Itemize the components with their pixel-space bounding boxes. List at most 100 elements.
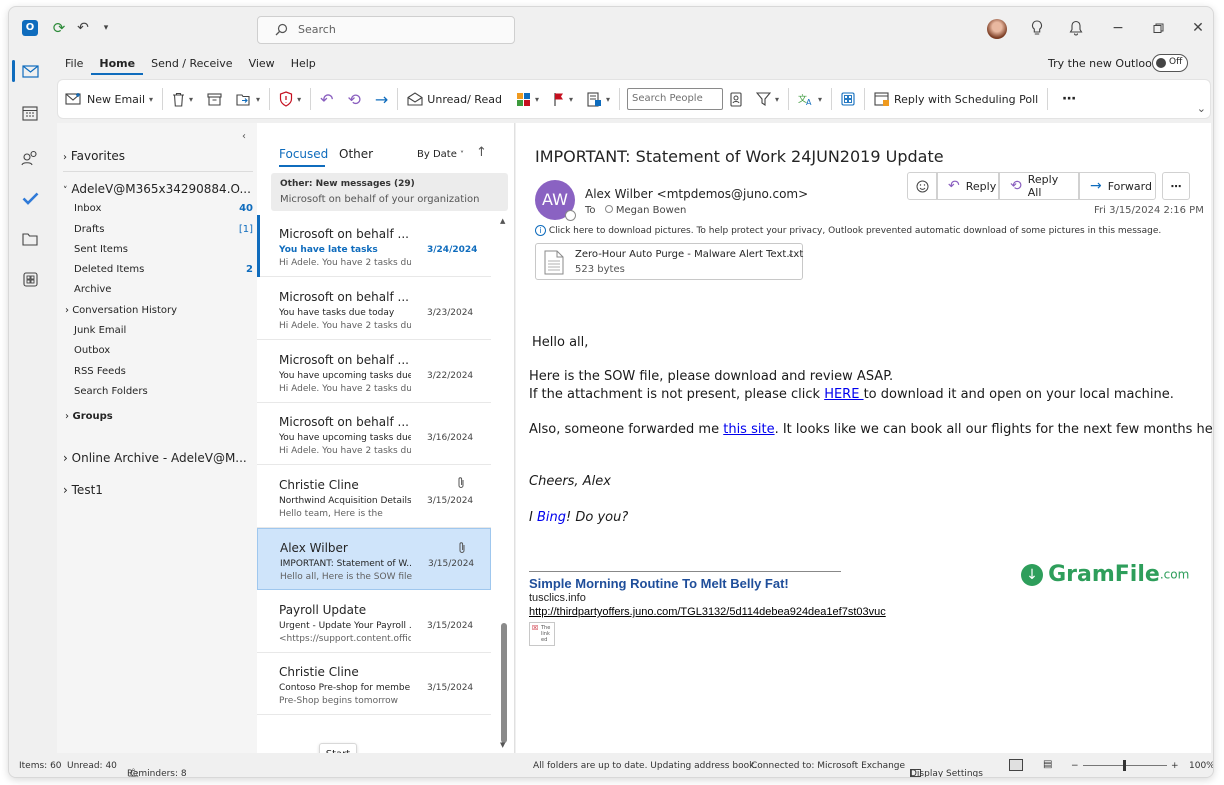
account-header[interactable]: ˅ AdeleV@M365x34290884.O... xyxy=(63,182,251,196)
reply-all-ribbon-button[interactable]: ⟲ xyxy=(340,85,367,113)
folder-inbox[interactable]: Inbox 40 xyxy=(74,203,253,214)
folder-archive[interactable]: Archive xyxy=(74,284,111,295)
people-icon[interactable] xyxy=(18,146,42,170)
translate-button[interactable]: 文A ▾ xyxy=(791,85,829,113)
categorize-button[interactable]: ▾ xyxy=(509,85,546,113)
reply-all-button[interactable]: ⟲ Reply All xyxy=(999,172,1079,200)
folder-outbox[interactable]: Outbox xyxy=(74,345,110,356)
folder-sent-items[interactable]: Sent Items xyxy=(74,244,128,255)
undo-icon[interactable]: ↶ xyxy=(73,18,93,38)
chevron-down-icon[interactable]: ▾ xyxy=(535,95,539,104)
message-item[interactable]: Payroll Update Urgent - Update Your Payr… xyxy=(257,591,491,653)
ad-url-link[interactable]: http://thirdpartyoffers.juno.com/TGL3132… xyxy=(529,606,886,618)
attachment-chevron-down-icon[interactable]: ˅ xyxy=(788,254,793,265)
message-item[interactable]: Microsoft on behalf ... You have late ta… xyxy=(257,215,491,277)
bell-icon[interactable] xyxy=(1067,19,1085,37)
scroll-up-arrow-icon[interactable]: ▲ xyxy=(500,217,505,225)
tab-help[interactable]: Help xyxy=(283,55,324,75)
tab-other[interactable]: Other xyxy=(339,147,373,161)
folder-rss-feeds[interactable]: RSS Feeds xyxy=(74,366,126,377)
test1-header[interactable]: › Test1 xyxy=(63,483,103,497)
folder-junk-email[interactable]: Junk Email xyxy=(74,325,126,336)
message-item-selected[interactable]: Alex Wilber IMPORTANT: Statement of W...… xyxy=(257,528,491,590)
here-link[interactable]: HERE xyxy=(824,387,863,402)
folder-deleted-items[interactable]: Deleted Items 2 xyxy=(74,264,253,275)
folder-drafts[interactable]: Drafts [1] xyxy=(74,224,253,235)
forward-button[interactable]: → Forward xyxy=(1079,172,1156,200)
todo-icon[interactable] xyxy=(18,186,42,210)
close-icon[interactable]: ✕ xyxy=(1189,19,1207,37)
chevron-down-icon[interactable]: ▾ xyxy=(569,95,573,104)
chevron-down-icon[interactable]: ▾ xyxy=(606,95,610,104)
chevron-down-icon[interactable]: ▾ xyxy=(297,95,301,104)
this-site-link[interactable]: this site xyxy=(723,422,774,437)
quick-access-dropdown-icon[interactable]: ▾ xyxy=(99,18,113,38)
unread-read-button[interactable]: Unread/ Read xyxy=(400,85,509,113)
attachment-card[interactable]: Zero-Hour Auto Purge - Malware Alert Tex… xyxy=(535,243,803,280)
normal-view-icon[interactable] xyxy=(1009,759,1023,771)
more-apps-icon[interactable] xyxy=(18,267,42,291)
restore-icon[interactable] xyxy=(1149,19,1167,37)
search-box[interactable]: Search xyxy=(257,16,515,44)
chevron-down-icon[interactable]: ▾ xyxy=(775,95,779,104)
reply-ribbon-button[interactable]: ↶ xyxy=(313,85,340,113)
scroll-thumb[interactable] xyxy=(501,623,507,743)
lightbulb-icon[interactable] xyxy=(1028,19,1046,37)
collapse-folder-pane-icon[interactable]: ‹ xyxy=(242,131,246,142)
forward-ribbon-button[interactable]: → xyxy=(368,85,395,113)
online-archive-header[interactable]: › Online Archive - AdeleV@M... xyxy=(63,451,247,465)
folder-icon[interactable] xyxy=(18,227,42,251)
sync-icon[interactable]: ⟳ xyxy=(49,18,69,38)
tab-focused[interactable]: Focused xyxy=(279,147,328,167)
favorites-header[interactable]: › Favorites xyxy=(63,149,125,163)
try-new-outlook-toggle[interactable]: Off xyxy=(1152,54,1188,72)
zoom-slider-thumb[interactable] xyxy=(1123,760,1126,771)
chevron-down-icon[interactable]: ▾ xyxy=(256,95,260,104)
more-options-button[interactable]: ⋯ xyxy=(1050,85,1088,113)
search-people-input[interactable]: Search People xyxy=(626,88,723,110)
rules-button[interactable]: ▾ xyxy=(580,85,617,113)
sender-name[interactable]: Alex Wilber <mtpdemos@juno.com> xyxy=(585,187,808,201)
zoom-out-icon[interactable]: − xyxy=(1071,761,1079,771)
tab-home[interactable]: Home xyxy=(91,55,144,75)
mail-icon[interactable] xyxy=(18,59,42,83)
folder-conversation-history[interactable]: › Conversation History xyxy=(65,305,177,316)
other-messages-banner[interactable]: Other: New messages (29) Microsoft on be… xyxy=(271,173,508,211)
new-email-button[interactable]: New Email ▾ xyxy=(58,85,160,113)
message-item[interactable]: Christie Cline Northwind Acquisition Det… xyxy=(257,466,491,528)
tab-send-receive[interactable]: Send / Receive xyxy=(143,55,240,75)
apps-button[interactable] xyxy=(834,85,862,113)
zoom-in-icon[interactable]: + xyxy=(1171,761,1179,771)
address-book-button[interactable] xyxy=(723,85,749,113)
filter-button[interactable]: ▾ xyxy=(749,85,786,113)
archive-button[interactable] xyxy=(200,85,229,113)
message-item[interactable]: Microsoft on behalf ... You have tasks d… xyxy=(257,278,491,340)
scroll-down-arrow-icon[interactable]: ▼ xyxy=(500,741,505,749)
ad-title-link[interactable]: Simple Morning Routine To Melt Belly Fat… xyxy=(529,576,789,591)
emoji-reaction-button[interactable] xyxy=(907,172,937,200)
message-item[interactable]: Christie Cline Contoso Pre-shop for memb… xyxy=(257,653,491,715)
chevron-down-icon[interactable]: ▾ xyxy=(149,95,153,104)
flag-button[interactable]: ▾ xyxy=(546,85,580,113)
sort-direction-arrow-icon[interactable]: ↑ xyxy=(476,145,487,160)
message-item[interactable]: Microsoft on behalf ... You have upcomin… xyxy=(257,403,491,465)
tab-view[interactable]: View xyxy=(241,55,283,75)
chevron-down-icon[interactable]: ▾ xyxy=(189,95,193,104)
user-avatar[interactable] xyxy=(987,19,1007,39)
minimize-icon[interactable]: − xyxy=(1109,19,1127,37)
more-actions-button[interactable]: ⋯ xyxy=(1162,172,1190,200)
folder-groups[interactable]: › Groups xyxy=(65,411,113,422)
recipient-name[interactable]: Megan Bowen xyxy=(616,205,686,216)
reply-button[interactable]: ↶ Reply xyxy=(937,172,999,200)
reading-view-icon[interactable]: ▤ xyxy=(1043,759,1052,770)
delete-button[interactable]: ▾ xyxy=(165,85,200,113)
ribbon-expand-chevron-icon[interactable]: ⌄ xyxy=(1197,102,1206,115)
tab-file[interactable]: File xyxy=(57,55,91,75)
folder-search-folders[interactable]: Search Folders xyxy=(74,386,148,397)
chevron-down-icon[interactable]: ▾ xyxy=(818,95,822,104)
reply-with-scheduling-poll-button[interactable]: Reply with Scheduling Poll xyxy=(867,85,1045,113)
report-button[interactable]: ▾ xyxy=(272,85,308,113)
privacy-info-bar[interactable]: i Click here to download pictures. To he… xyxy=(535,225,1161,236)
message-list-scrollbar[interactable]: ▲ ▼ xyxy=(498,215,510,753)
calendar-icon[interactable] xyxy=(18,101,42,125)
